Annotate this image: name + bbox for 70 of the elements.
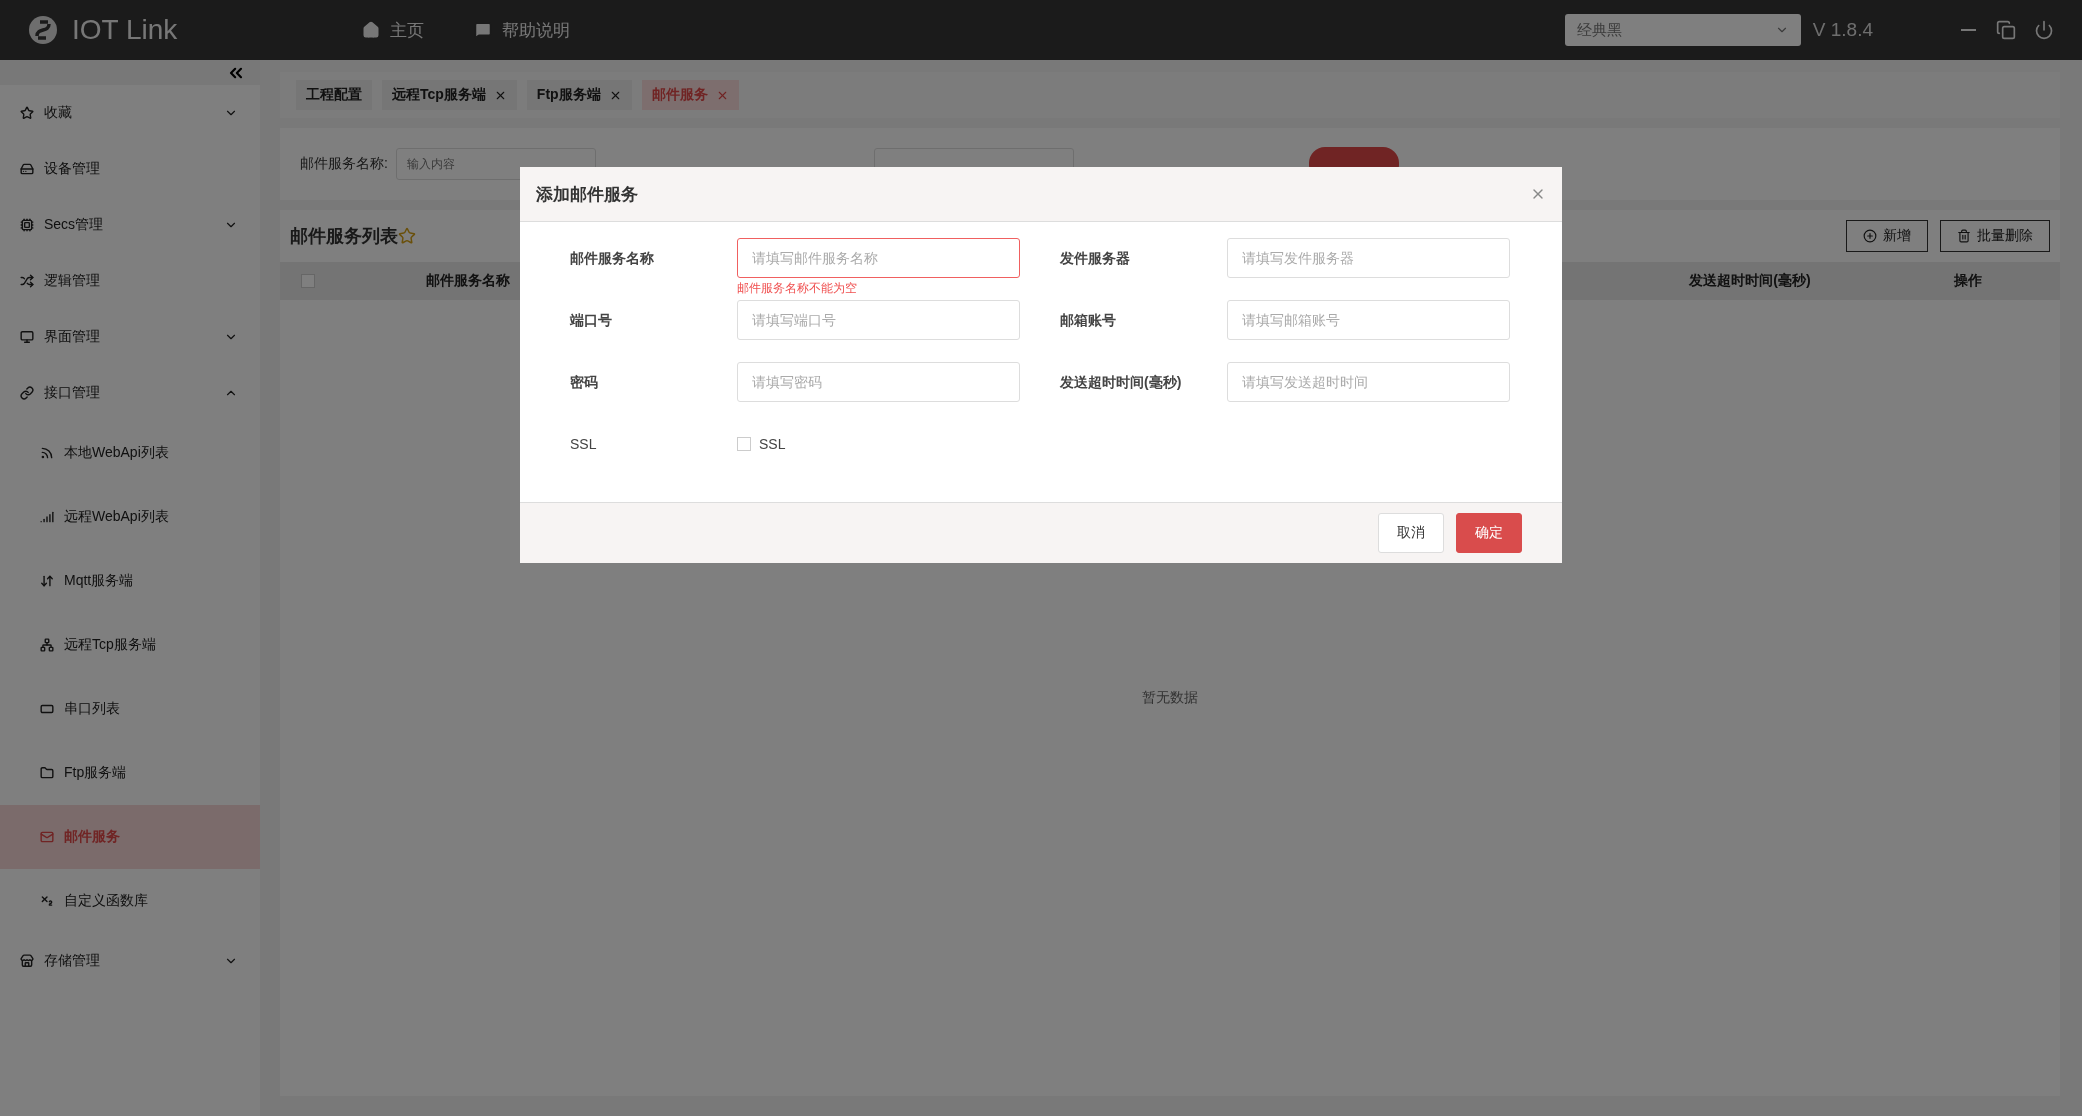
sidebar-item[interactable]: Ftp服务端 <box>0 741 260 805</box>
sidebar-item[interactable]: 本地WebApi列表 <box>0 421 260 485</box>
menu-icon <box>20 274 34 288</box>
menu-icon <box>40 702 54 716</box>
menu-icon <box>40 446 54 460</box>
field-label: 邮件服务名称 <box>570 249 655 268</box>
dialog-title: 添加邮件服务 <box>536 183 638 206</box>
sidebar-item[interactable]: 收藏 <box>0 85 260 141</box>
add-button[interactable]: 新增 <box>1846 220 1928 252</box>
sidebar-item[interactable]: Mqtt服务端 <box>0 549 260 613</box>
menu-icon <box>20 954 34 968</box>
minimize-icon <box>1961 29 1976 31</box>
menu-icon <box>40 830 54 844</box>
plus-icon <box>1863 229 1877 243</box>
sidebar-item[interactable]: 串口列表 <box>0 677 260 741</box>
cancel-button[interactable]: 取消 <box>1378 513 1444 553</box>
sidebar-item[interactable]: 接口管理 <box>0 365 260 421</box>
star-icon[interactable] <box>398 227 416 245</box>
power-icon <box>2034 20 2054 40</box>
logo-icon <box>28 15 58 45</box>
menu-icon <box>40 510 54 524</box>
field-label: 发送超时时间(毫秒) <box>1060 373 1183 392</box>
sidebar-item[interactable]: 存储管理 <box>0 933 260 989</box>
sidebar-item[interactable]: 界面管理 <box>0 309 260 365</box>
field-label: 发件服务器 <box>1060 249 1131 268</box>
menu-icon <box>40 894 54 908</box>
restore-button[interactable] <box>1996 20 2016 40</box>
menu-icon <box>20 162 34 176</box>
menu-icon <box>40 638 54 652</box>
tab[interactable]: Ftp服务端 <box>526 80 632 110</box>
menu-icon <box>20 106 34 120</box>
sidebar-item[interactable]: 远程Tcp服务端 <box>0 613 260 677</box>
confirm-button[interactable]: 确定 <box>1456 513 1522 553</box>
tab[interactable]: 远程Tcp服务端 <box>382 80 517 110</box>
tab[interactable]: 工程配置 <box>296 80 372 110</box>
power-button[interactable] <box>2034 20 2054 40</box>
trash-icon <box>1957 229 1971 243</box>
nav-link[interactable]: 主页 <box>362 18 424 42</box>
field-label: 邮箱账号 <box>1060 311 1117 330</box>
sidebar-item[interactable]: 远程WebApi列表 <box>0 485 260 549</box>
sidebar-item[interactable]: 设备管理 <box>0 141 260 197</box>
column-header: 操作 <box>1952 272 1983 290</box>
column-header: 发送超时时间(毫秒) <box>1688 272 1812 290</box>
sidebar-item[interactable]: Secs管理 <box>0 197 260 253</box>
field-label: 密码 <box>570 373 599 392</box>
field-label: 邮件服务名称: <box>300 155 388 173</box>
sidebar-item[interactable]: 自定义函数库 <box>0 869 260 933</box>
app-title: IOT Link <box>72 14 179 46</box>
field-label: SSL <box>570 435 598 454</box>
version-label: V 1.8.4 <box>1812 19 1873 41</box>
menu-icon <box>40 574 54 588</box>
help-icon <box>474 21 492 39</box>
list-title: 邮件服务列表 <box>290 225 398 248</box>
menu-icon <box>40 766 54 780</box>
field-label: 端口号 <box>570 311 613 330</box>
sidebar-item[interactable]: 逻辑管理 <box>0 253 260 309</box>
restore-icon <box>1996 20 2016 40</box>
menu-icon <box>20 218 34 232</box>
error-message: 邮件服务名称不能为空 <box>737 280 857 297</box>
checkbox[interactable] <box>300 274 315 288</box>
column-header: 邮件服务名称 <box>424 272 511 290</box>
home-icon <box>362 21 380 39</box>
input-field[interactable]: 请填写邮件服务名称 <box>737 238 1020 278</box>
empty-text: 暂无数据 <box>1142 689 1198 707</box>
menu-icon <box>20 386 34 400</box>
theme-select[interactable]: 经典黑 <box>1564 14 1801 46</box>
ssl-checkbox[interactable]: SSL <box>737 424 1020 464</box>
nav-link[interactable]: 帮助说明 <box>474 18 570 42</box>
menu-icon <box>20 330 34 344</box>
delete-button[interactable]: 批量删除 <box>1940 220 2050 252</box>
